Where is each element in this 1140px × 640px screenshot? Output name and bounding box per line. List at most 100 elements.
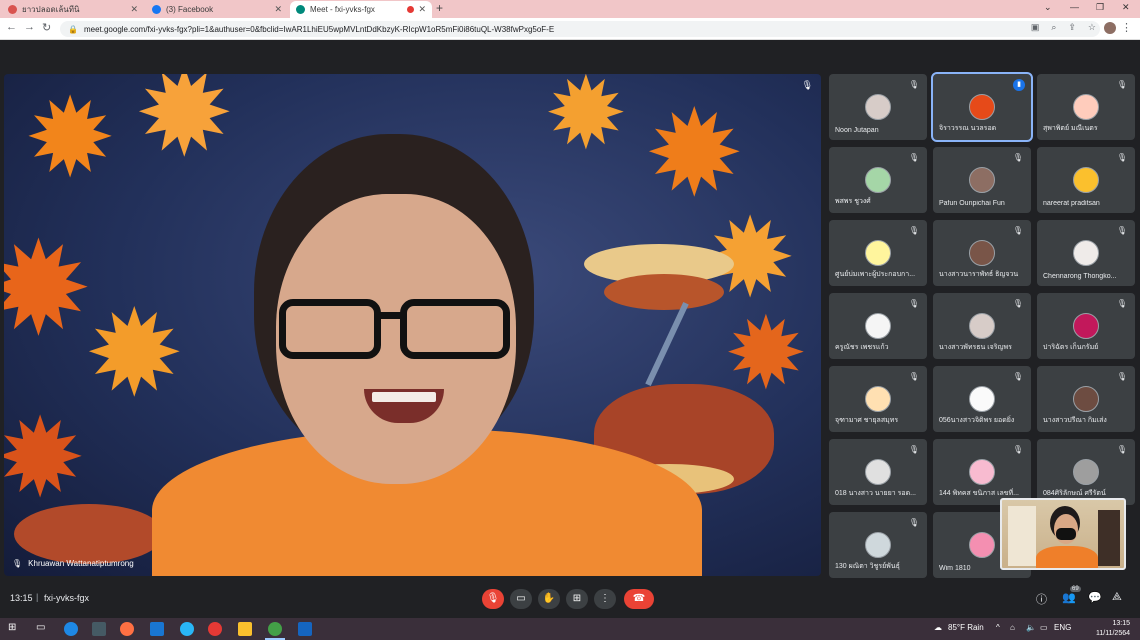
volume-icon[interactable]: 🔈 <box>1026 623 1036 632</box>
url-text: meet.google.com/fxi-yvks-fgx?pli=1&authu… <box>83 24 555 34</box>
maple-leaf-decoration-icon: ✹ <box>24 77 117 200</box>
participant-tile[interactable]: 🎙 นางสาวปรีณา กิมเส่ง <box>1037 366 1135 432</box>
participant-tile[interactable]: 🎙 สุพาพิตย์ มณีเนตร <box>1037 74 1135 140</box>
tab-news[interactable]: ยาวปลอดเล้นทีนิ ✕ <box>2 1 144 18</box>
participant-avatar <box>969 386 995 412</box>
camera-toggle-button[interactable]: ▭ <box>510 589 532 609</box>
participant-tile[interactable]: 🎙 084ศิริลักษณ์ ศรีรัตน์ <box>1037 439 1135 505</box>
browser-icon[interactable] <box>180 622 194 636</box>
edge-icon[interactable] <box>64 622 78 636</box>
mic-off-icon: 🎙 <box>908 153 919 162</box>
main-speaker-name: Khruawan Wattanatiptumrong <box>28 559 134 568</box>
present-button[interactable]: ⊞ <box>566 589 588 609</box>
reload-icon[interactable]: ↻ <box>42 21 51 34</box>
participant-name: สุพาพิตย์ มณีเนตร <box>1043 125 1098 132</box>
close-window-icon[interactable]: ✕ <box>1122 2 1130 13</box>
participant-tile[interactable]: 🎙 Chennarong Thongko... <box>1037 220 1135 286</box>
participant-tile[interactable]: 🎙 018 นางสาว นายยา รอด... <box>829 439 927 505</box>
participant-tile[interactable]: 🎙 จุฑามาศ ชายุลสมุทร <box>829 366 927 432</box>
minimize-icon[interactable]: — <box>1070 2 1079 12</box>
tab-facebook[interactable]: (3) Facebook ✕ <box>146 1 288 18</box>
word-icon[interactable] <box>298 622 312 636</box>
browser-menu-icon[interactable]: ⋮ <box>1121 21 1132 34</box>
people-icon[interactable]: 👥 <box>1062 591 1076 604</box>
participant-name: ครูณัชร เพชรแก้ว <box>835 344 889 351</box>
maple-leaf-decoration-icon: ✹ <box>724 298 808 410</box>
mic-off-icon: 🎙 <box>1012 445 1023 454</box>
system-clock[interactable]: 13:15 11/11/2564 <box>1096 619 1130 639</box>
close-tab-icon[interactable]: ✕ <box>418 4 426 15</box>
present-screen-icon: ⊞ <box>572 593 582 604</box>
maple-leaf-decoration-icon: ✹ <box>4 397 87 520</box>
participant-tile[interactable]: 🎙 Pafun Ounpichai Fun <box>933 147 1031 213</box>
participant-tile[interactable]: 🎙 056นางสาวจิติพร ยอดยิ่ง <box>933 366 1031 432</box>
maple-leaf-decoration-icon: ✹ <box>644 87 745 221</box>
main-speaker-video[interactable]: ✹ ✹ ✹ ✹ ✹ ✹ ✹ ✹ ✹ 🎙 🎙 Khruawan Wattanati… <box>4 74 821 576</box>
windows-taskbar: ⊞ ▭ ☁ 85°F Rain ^ ⌂ 🔈 ▭ ENG 13:15 11/11/… <box>0 618 1140 640</box>
tab-title: (3) Facebook <box>166 5 214 14</box>
close-tab-icon[interactable]: ✕ <box>274 4 282 15</box>
participant-tile[interactable]: 🎙 144 พิทคส ขนิภาส เลขที่... <box>933 439 1031 505</box>
meet-control-bar: 13:15 | fxi-yvks-fgx 🎙 ▭ ✋ ⊞ ⋮ ☎ ⓘ 👥 69 … <box>0 586 1140 612</box>
chat-tray-icon[interactable]: ▭ <box>1040 623 1048 632</box>
participant-tile[interactable]: 🎙 นางสาวนาราพัทธ์ ธิญจวน <box>933 220 1031 286</box>
firefox-icon[interactable] <box>120 622 134 636</box>
new-tab-icon[interactable]: + <box>436 1 443 15</box>
activities-icon[interactable]: ⟁ <box>1112 591 1122 604</box>
participant-avatar <box>969 313 995 339</box>
tab-search-icon[interactable]: ⌄ <box>1044 2 1052 13</box>
self-view-video[interactable] <box>1000 498 1126 570</box>
participant-avatar <box>1073 167 1099 193</box>
participant-tile[interactable]: 🎙 Noon Jutapan <box>829 74 927 140</box>
participant-tile[interactable]: 🎙 นางสาวพัทรธน เจริญพร <box>933 293 1031 359</box>
participant-tile[interactable]: 🎙 ศูนย์บ่มเพาะผู้ประกอบกา... <box>829 220 927 286</box>
task-view-icon[interactable]: ▭ <box>36 622 50 636</box>
leave-call-button[interactable]: ☎ <box>624 589 654 609</box>
back-icon[interactable]: ← <box>6 21 17 33</box>
chat-icon[interactable]: 💬 <box>1088 591 1102 604</box>
participant-name: nareerat praditsan <box>1043 200 1100 207</box>
more-options-button[interactable]: ⋮ <box>594 589 616 609</box>
close-tab-icon[interactable]: ✕ <box>130 4 138 15</box>
participant-tile[interactable]: 🎙 130 ผณิตา วิชูรย์พันธุ์ <box>829 512 927 578</box>
weather-icon[interactable]: ☁ <box>934 623 942 632</box>
maximize-icon[interactable]: ❐ <box>1096 2 1104 13</box>
zoom-icon[interactable]: ⌕ <box>1051 22 1056 33</box>
facebook-favicon-icon <box>152 5 161 14</box>
network-icon[interactable]: ⌂ <box>1010 623 1015 632</box>
speaker-teeth-shape <box>372 392 436 402</box>
language-indicator[interactable]: ENG <box>1054 623 1071 632</box>
tree-branch-shape <box>645 301 689 387</box>
mic-toggle-button[interactable]: 🎙 <box>482 589 504 609</box>
participant-avatar <box>1073 386 1099 412</box>
mail-icon[interactable] <box>150 622 164 636</box>
shelf-shape <box>1098 510 1120 566</box>
profile-avatar[interactable] <box>1104 22 1116 34</box>
chrome-icon[interactable] <box>208 622 222 636</box>
meeting-code: fxi-yvks-fgx <box>44 593 89 603</box>
mic-off-icon: 🎙 <box>1012 153 1023 162</box>
bookmark-star-icon[interactable]: ☆ <box>1088 22 1096 33</box>
tray-overflow-icon[interactable]: ^ <box>996 623 1000 632</box>
participant-tile[interactable]: ▮ จิราวรรณ นวลรอด <box>931 72 1033 142</box>
windows-start-icon[interactable]: ⊞ <box>8 622 22 636</box>
file-explorer-icon[interactable] <box>238 622 252 636</box>
participant-tile[interactable]: 🎙 พสพร ชูวงศ์ <box>829 147 927 213</box>
tab-meet[interactable]: Meet - fxi-yvks-fgx ✕ <box>290 1 432 18</box>
camera-permission-icon[interactable]: ▣ <box>1031 22 1040 33</box>
share-icon[interactable]: ⇪ <box>1068 22 1076 33</box>
participant-tile[interactable]: 🎙 ครูณัชร เพชรแก้ว <box>829 293 927 359</box>
participant-tile[interactable]: 🎙 ปาริฉัตร เก็นกรัมย์ <box>1037 293 1135 359</box>
system-date: 11/11/2564 <box>1096 630 1130 637</box>
maple-leaf-decoration-icon: ✹ <box>84 287 185 421</box>
maple-leaf-decoration-icon: ✹ <box>544 74 628 170</box>
store-icon[interactable] <box>92 622 106 636</box>
bush-shape <box>14 504 164 564</box>
participant-tile[interactable]: 🎙 nareerat praditsan <box>1037 147 1135 213</box>
meeting-details-icon[interactable]: ⓘ <box>1036 591 1047 607</box>
forward-icon[interactable]: → <box>24 21 35 33</box>
weather-text[interactable]: 85°F Rain <box>948 623 984 632</box>
address-bar[interactable]: 🔒 meet.google.com/fxi-yvks-fgx?pli=1&aut… <box>60 21 1100 37</box>
raise-hand-button[interactable]: ✋ <box>538 589 560 609</box>
chrome-active-icon[interactable] <box>268 622 282 636</box>
